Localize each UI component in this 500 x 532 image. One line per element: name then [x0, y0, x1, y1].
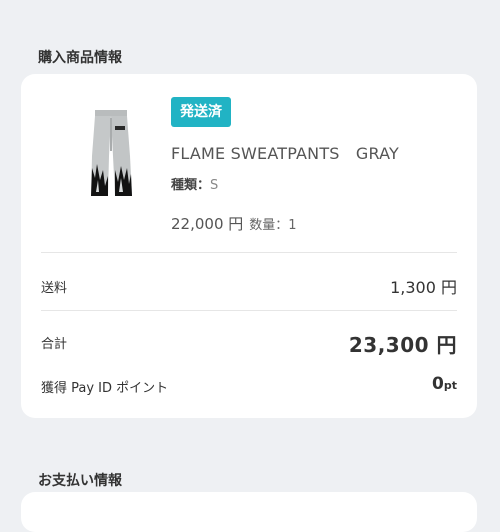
- status-badge: 発送済: [171, 97, 231, 127]
- points-value: 0pt: [432, 374, 457, 394]
- shipping-value: 1,300 円: [390, 278, 457, 297]
- points-number: 0: [432, 374, 444, 394]
- waistband: [95, 110, 127, 116]
- item-price: 22,000 円: [171, 215, 244, 233]
- divider: [41, 252, 457, 253]
- payment-info-title: お支払い情報: [38, 473, 122, 489]
- product-name[interactable]: FLAME SWEATPANTS GRAY: [171, 140, 399, 164]
- product-thumbnail[interactable]: [55, 96, 165, 206]
- purchase-info-card: 発送済 FLAME SWEATPANTS GRAY 種類：S 22,000 円数…: [21, 74, 477, 418]
- price-line: 22,000 円数量：1: [171, 213, 297, 234]
- item-quantity: 数量：1: [249, 218, 297, 233]
- total-label: 合計: [41, 337, 68, 352]
- logo-mark: [115, 126, 125, 130]
- purchase-info-title: 購入商品情報: [38, 50, 122, 66]
- shipping-label: 送料: [41, 281, 68, 296]
- variant-label: 種類：: [171, 178, 211, 193]
- total-value: 23,300 円: [348, 333, 457, 357]
- points-label: 獲得 Pay ID ポイント: [41, 381, 169, 396]
- variant-value: S: [210, 178, 219, 193]
- payment-info-card: [21, 492, 477, 532]
- divider: [41, 310, 457, 311]
- product-variant: 種類：S: [171, 174, 218, 193]
- points-unit: pt: [443, 379, 457, 392]
- sweatpants-image: [91, 110, 132, 196]
